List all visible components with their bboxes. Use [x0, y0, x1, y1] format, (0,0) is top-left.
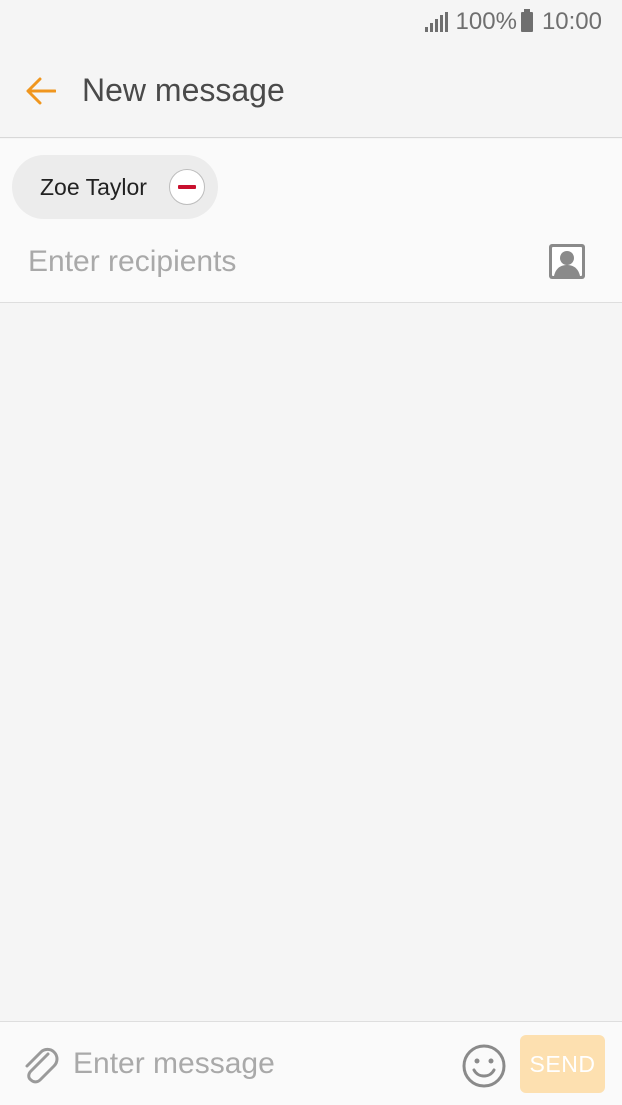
contact-card-icon — [549, 244, 585, 279]
back-button[interactable] — [0, 44, 82, 138]
recipient-chip-label: Zoe Taylor — [40, 173, 147, 200]
app-bar: New message — [0, 44, 622, 138]
battery-icon — [520, 9, 533, 32]
emoji-button[interactable] — [461, 1043, 507, 1089]
conversation-area — [0, 303, 622, 1021]
send-button[interactable]: SEND — [520, 1035, 605, 1093]
arrow-back-icon — [26, 77, 56, 104]
signal-bars-icon — [424, 12, 448, 32]
remove-recipient-button[interactable] — [169, 169, 205, 205]
contacts-button[interactable] — [549, 244, 585, 279]
page-title: New message — [82, 72, 285, 108]
smiley-icon — [462, 1044, 506, 1088]
message-composer: SEND — [0, 1021, 622, 1105]
recipient-chip[interactable]: Zoe Taylor — [12, 155, 218, 219]
recipients-input[interactable] — [28, 239, 528, 285]
recipients-panel: Zoe Taylor — [0, 139, 622, 303]
paperclip-icon — [25, 1047, 59, 1084]
message-input[interactable] — [73, 1042, 443, 1086]
battery-percent: 100% — [455, 8, 517, 35]
status-time: 10:00 — [541, 8, 602, 35]
minus-circle-icon — [178, 185, 196, 189]
status-bar: 100% 10:00 — [0, 0, 622, 44]
attach-button[interactable] — [18, 1044, 60, 1086]
